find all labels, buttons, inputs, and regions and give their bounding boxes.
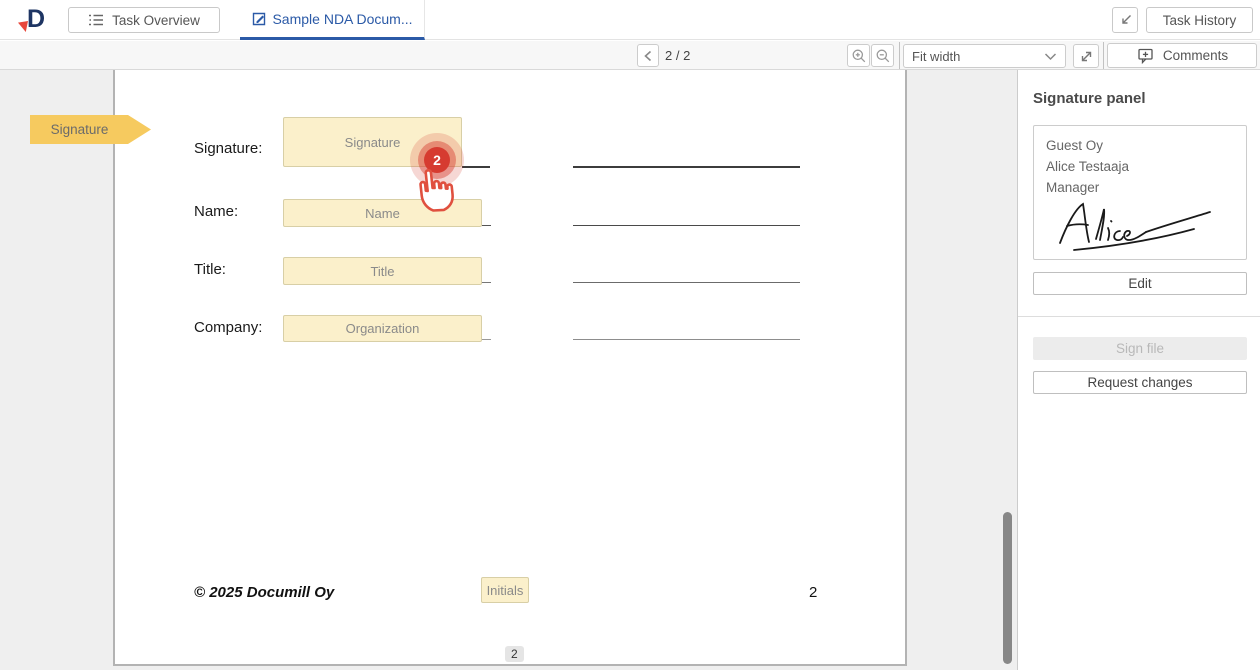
toolbar-separator: [1103, 42, 1104, 69]
tab-document-label: Sample NDA Docum...: [272, 11, 412, 27]
hand-cursor-icon: [412, 161, 463, 216]
chevron-down-icon: [1044, 52, 1057, 61]
zoom-mode-value: Fit width: [912, 49, 960, 64]
collapse-arrow-icon: [1118, 13, 1133, 28]
expand-view-button[interactable]: [1073, 44, 1099, 68]
name-field-placeholder: Name: [365, 206, 400, 221]
signer-card: Guest Oy Alice Testaaja Manager: [1033, 125, 1247, 260]
zoom-in-button[interactable]: [847, 44, 870, 67]
doc-label-company: Company:: [194, 319, 262, 336]
signer-role: Manager: [1046, 177, 1234, 198]
document-page-number: 2: [809, 584, 817, 601]
title-field-placeholder: Title: [370, 264, 394, 279]
list-icon: [88, 13, 104, 27]
signer-company: Guest Oy: [1046, 135, 1234, 156]
signature-image: [1056, 199, 1234, 253]
task-overview-label: Task Overview: [112, 13, 200, 28]
document-page: Signature: Signature Name: Name Title: T…: [115, 70, 905, 664]
initials-field[interactable]: Initials: [481, 577, 529, 603]
signature-line-stub: [462, 166, 490, 168]
documill-logo: D: [18, 5, 58, 35]
signature-tag-label: Signature: [51, 122, 109, 137]
title-field[interactable]: Title: [283, 257, 482, 285]
expand-diagonal-icon: [1079, 49, 1094, 64]
signature-panel-title: Signature panel: [1033, 90, 1146, 107]
signature-field-placeholder: Signature: [345, 135, 401, 150]
chevron-left-icon: [643, 50, 653, 62]
signer-name: Alice Testaaja: [1046, 156, 1234, 177]
request-changes-button[interactable]: Request changes: [1033, 371, 1247, 394]
sidebar-divider: [1018, 316, 1260, 317]
task-history-label: Task History: [1163, 13, 1237, 28]
top-bar: D Task Overview Sample NDA Docum: [0, 0, 1260, 40]
task-history-button[interactable]: Task History: [1146, 7, 1253, 33]
doc-label-signature: Signature:: [194, 140, 262, 157]
zoom-out-icon: [875, 48, 891, 64]
comments-label: Comments: [1163, 48, 1228, 63]
signature-line: [573, 225, 800, 226]
copyright-text: © 2025 Documill Oy: [194, 584, 334, 601]
organization-field[interactable]: Organization: [283, 315, 482, 342]
vertical-scrollbar-thumb[interactable]: [1003, 512, 1012, 664]
signature-line: [573, 282, 800, 283]
tab-document[interactable]: Sample NDA Docum...: [240, 0, 425, 40]
task-overview-button[interactable]: Task Overview: [68, 7, 220, 33]
request-changes-button-label: Request changes: [1087, 375, 1192, 390]
doc-label-name: Name:: [194, 203, 238, 220]
signature-line: [573, 166, 800, 168]
previous-page-button[interactable]: [637, 44, 659, 67]
page-break-number: 2: [511, 647, 518, 661]
logo-letter: D: [27, 5, 44, 34]
document-toolbar: 2 / 2: [0, 41, 1260, 70]
app-window: D Task Overview Sample NDA Docum: [0, 0, 1260, 670]
edit-button[interactable]: Edit: [1033, 272, 1247, 295]
comments-button[interactable]: Comments: [1107, 43, 1257, 68]
signature-panel: Signature panel Guest Oy Alice Testaaja …: [1017, 70, 1260, 670]
zoom-in-icon: [851, 48, 867, 64]
toolbar-separator: [899, 42, 900, 69]
page-break-badge: 2: [505, 646, 524, 662]
page-indicator: 2 / 2: [665, 48, 690, 63]
collapse-panel-button[interactable]: [1112, 7, 1138, 33]
signature-tag[interactable]: Signature: [30, 115, 151, 144]
signature-line-stub: [482, 339, 491, 340]
zoom-out-button[interactable]: [871, 44, 894, 67]
signature-line: [573, 339, 800, 340]
signature-line-stub: [482, 282, 491, 283]
comment-add-icon: [1136, 46, 1155, 65]
edit-button-label: Edit: [1128, 276, 1151, 291]
edit-pencil-icon: [251, 11, 267, 27]
zoom-mode-select[interactable]: Fit width: [903, 44, 1066, 68]
document-viewer: Signature: Signature Name: Name Title: T…: [0, 70, 1017, 670]
doc-label-title: Title:: [194, 261, 226, 278]
organization-field-placeholder: Organization: [346, 321, 420, 336]
sign-file-button-label: Sign file: [1116, 341, 1164, 356]
sign-file-button[interactable]: Sign file: [1033, 337, 1247, 360]
initials-field-placeholder: Initials: [487, 583, 524, 598]
signature-line-stub: [482, 225, 491, 226]
